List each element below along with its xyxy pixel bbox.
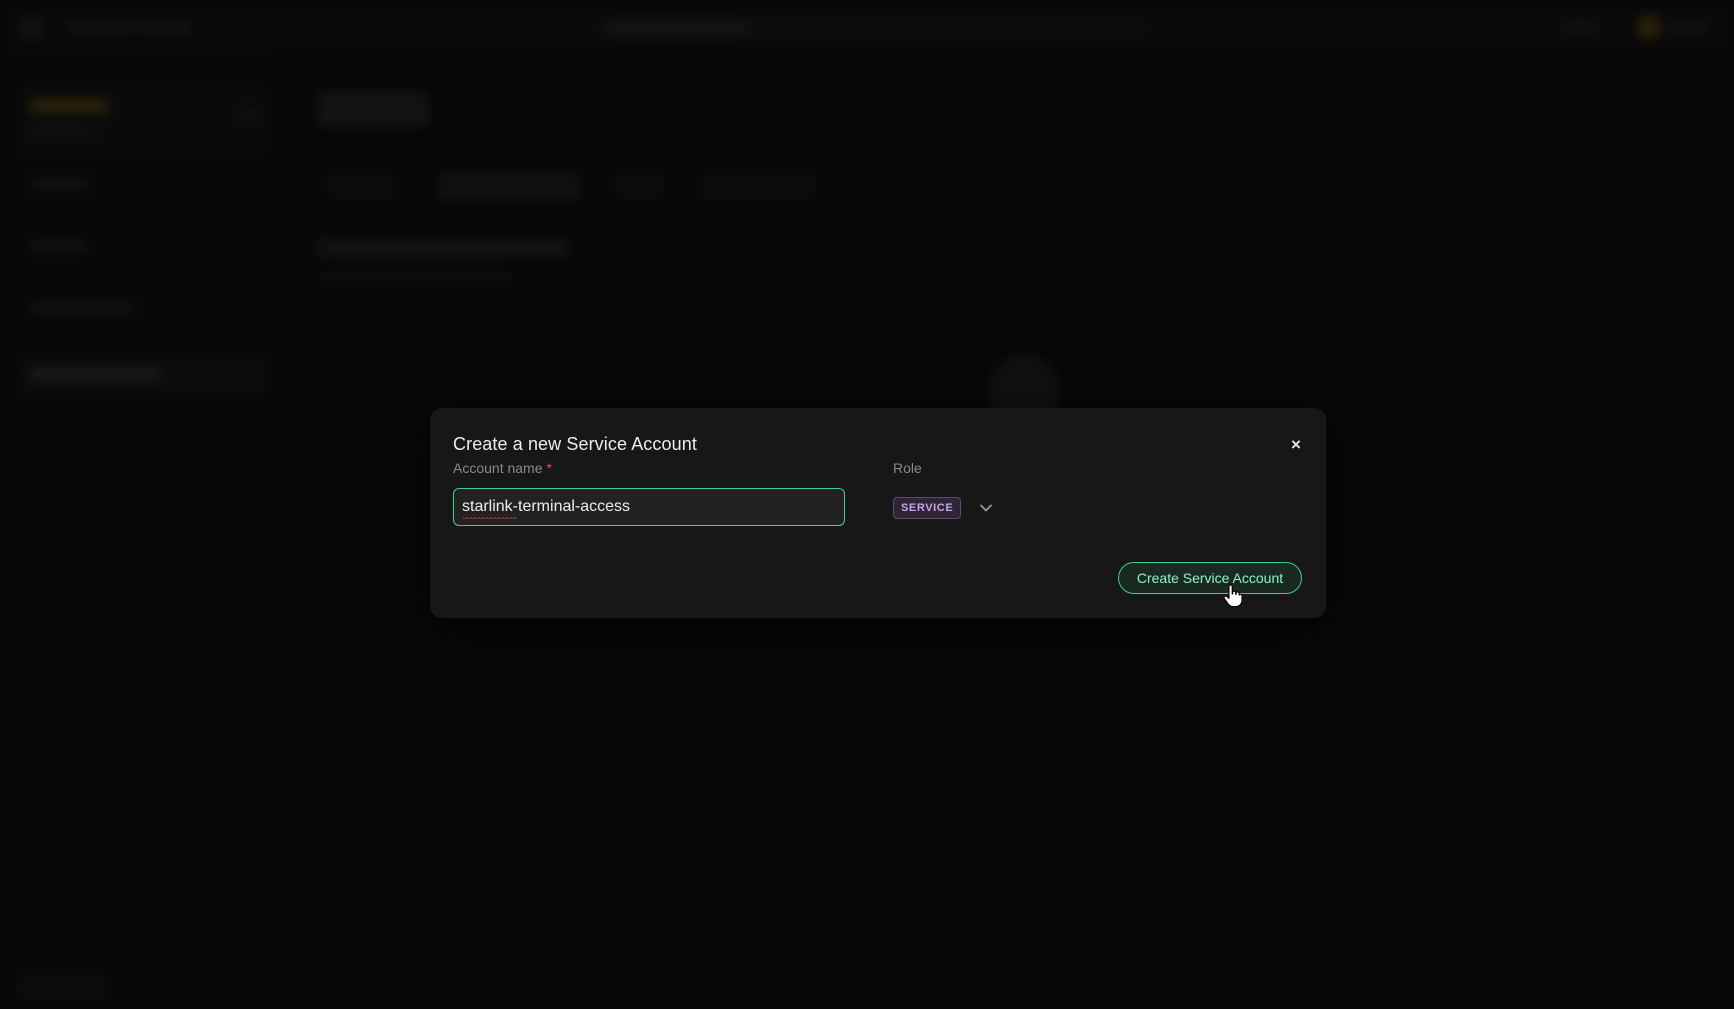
role-label: Role (893, 460, 922, 476)
dialog-title: Create a new Service Account (453, 434, 697, 454)
close-button[interactable]: × (1283, 432, 1309, 458)
app-root: Create a new Service Account × Account n… (0, 0, 1734, 1009)
account-name-input[interactable] (453, 488, 845, 526)
create-service-account-dialog: Create a new Service Account × Account n… (430, 408, 1326, 618)
account-name-label: Account name * (453, 460, 552, 476)
close-icon: × (1291, 435, 1301, 454)
required-marker: * (546, 460, 552, 476)
create-service-account-button[interactable]: Create Service Account (1118, 562, 1302, 594)
chevron-down-icon[interactable] (978, 500, 994, 516)
role-badge[interactable]: SERVICE (893, 497, 962, 519)
